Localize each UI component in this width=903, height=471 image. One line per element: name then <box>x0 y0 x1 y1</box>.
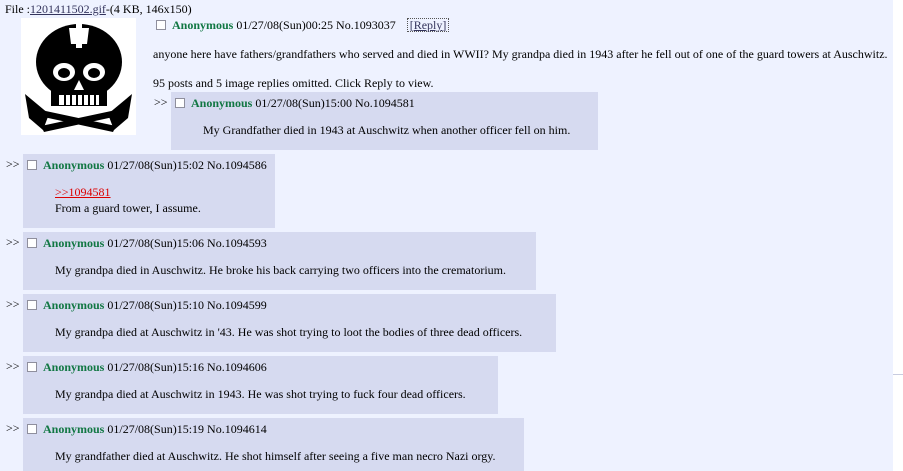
right-margin-panel <box>893 0 903 471</box>
op-header: Anonymous 01/27/08(Sun)00:25 No.1093037 … <box>156 18 450 33</box>
reply-checkbox[interactable] <box>27 238 37 248</box>
reply-header: Anonymous 01/27/08(Sun)15:00 No.1094581 <box>175 96 415 111</box>
reply-body: My grandpa died at Auschwitz in '43. He … <box>55 325 523 339</box>
poster-name: Anonymous <box>172 18 234 32</box>
poster-name: Anonymous <box>43 298 105 312</box>
post-datetime: 01/27/08(Sun)15:19 <box>107 422 205 436</box>
reply-arrow: >> <box>6 297 20 311</box>
reply-arrow: >> <box>6 421 20 435</box>
poster-name: Anonymous <box>191 96 253 110</box>
reply-header: Anonymous 01/27/08(Sun)15:16 No.1094606 <box>27 360 267 375</box>
op-thumbnail-skull-image[interactable] <box>21 18 136 135</box>
op-body: anyone here have fathers/grandfathers wh… <box>153 47 888 61</box>
reply-header: Anonymous 01/27/08(Sun)15:02 No.1094586 <box>27 158 267 173</box>
reply-checkbox[interactable] <box>27 300 37 310</box>
reply-checkbox[interactable] <box>27 160 37 170</box>
reply-body: From a guard tower, I assume. <box>55 201 201 215</box>
reply-header: Anonymous 01/27/08(Sun)15:19 No.1094614 <box>27 422 267 437</box>
poster-name: Anonymous <box>43 360 105 374</box>
post-number[interactable]: No.1094606 <box>207 360 267 374</box>
reply-body: My grandpa died in Auschwitz. He broke h… <box>55 263 506 277</box>
reply-checkbox[interactable] <box>175 98 185 108</box>
quote-link[interactable]: >>1094581 <box>55 185 111 200</box>
right-divider <box>893 374 903 375</box>
reply-post: Anonymous 01/27/08(Sun)15:00 No.1094581 … <box>171 92 598 150</box>
post-datetime: 01/27/08(Sun)15:06 <box>107 236 205 250</box>
reply-arrow: >> <box>6 235 20 249</box>
reply-post: Anonymous 01/27/08(Sun)15:02 No.1094586 … <box>23 154 275 228</box>
reply-header: Anonymous 01/27/08(Sun)15:06 No.1094593 <box>27 236 267 251</box>
reply-body: My grandfather died at Auschwitz. He sho… <box>55 449 496 463</box>
file-link[interactable]: 1201411502.gif <box>30 2 106 16</box>
op-checkbox[interactable] <box>156 20 166 30</box>
file-info: File :1201411502.gif-(4 KB, 146x150) <box>5 2 192 17</box>
reply-post: Anonymous 01/27/08(Sun)15:10 No.1094599 … <box>23 294 556 352</box>
file-prefix: File : <box>5 2 31 16</box>
reply-arrow: >> <box>6 157 20 171</box>
reply-body: My Grandfather died in 1943 at Auschwitz… <box>203 123 571 137</box>
reply-arrow: >> <box>154 95 168 109</box>
post-number[interactable]: No.1094586 <box>207 158 267 172</box>
post-datetime: 01/27/08(Sun)15:16 <box>107 360 205 374</box>
post-datetime: 01/27/08(Sun)15:00 <box>255 96 353 110</box>
quote-link-text[interactable]: >>1094581 <box>55 185 111 199</box>
poster-name: Anonymous <box>43 422 105 436</box>
post-number[interactable]: No.1093037 <box>336 18 396 32</box>
post-number[interactable]: No.1094581 <box>355 96 415 110</box>
reply-header: Anonymous 01/27/08(Sun)15:10 No.1094599 <box>27 298 267 313</box>
reply-checkbox[interactable] <box>27 362 37 372</box>
reply-post: Anonymous 01/27/08(Sun)15:19 No.1094614 … <box>23 418 524 471</box>
post-number[interactable]: No.1094599 <box>207 298 267 312</box>
reply-link-label[interactable]: Reply <box>414 18 443 32</box>
post-number[interactable]: No.1094614 <box>207 422 267 436</box>
file-meta: -(4 KB, 146x150) <box>105 2 192 16</box>
poster-name: Anonymous <box>43 236 105 250</box>
reply-post: Anonymous 01/27/08(Sun)15:16 No.1094606 … <box>23 356 498 414</box>
reply-arrow: >> <box>6 359 20 373</box>
reply-link[interactable]: [Reply] <box>406 18 450 32</box>
reply-body: My grandpa died at Auschwitz in 1943. He… <box>55 387 466 401</box>
omitted-notice: 95 posts and 5 image replies omitted. Cl… <box>153 76 434 90</box>
post-datetime: 01/27/08(Sun)15:10 <box>107 298 205 312</box>
post-number[interactable]: No.1094593 <box>207 236 267 250</box>
post-datetime: 01/27/08(Sun)15:02 <box>107 158 205 172</box>
poster-name: Anonymous <box>43 158 105 172</box>
post-datetime: 01/27/08(Sun)00:25 <box>236 18 334 32</box>
reply-checkbox[interactable] <box>27 424 37 434</box>
reply-post: Anonymous 01/27/08(Sun)15:06 No.1094593 … <box>23 232 536 290</box>
